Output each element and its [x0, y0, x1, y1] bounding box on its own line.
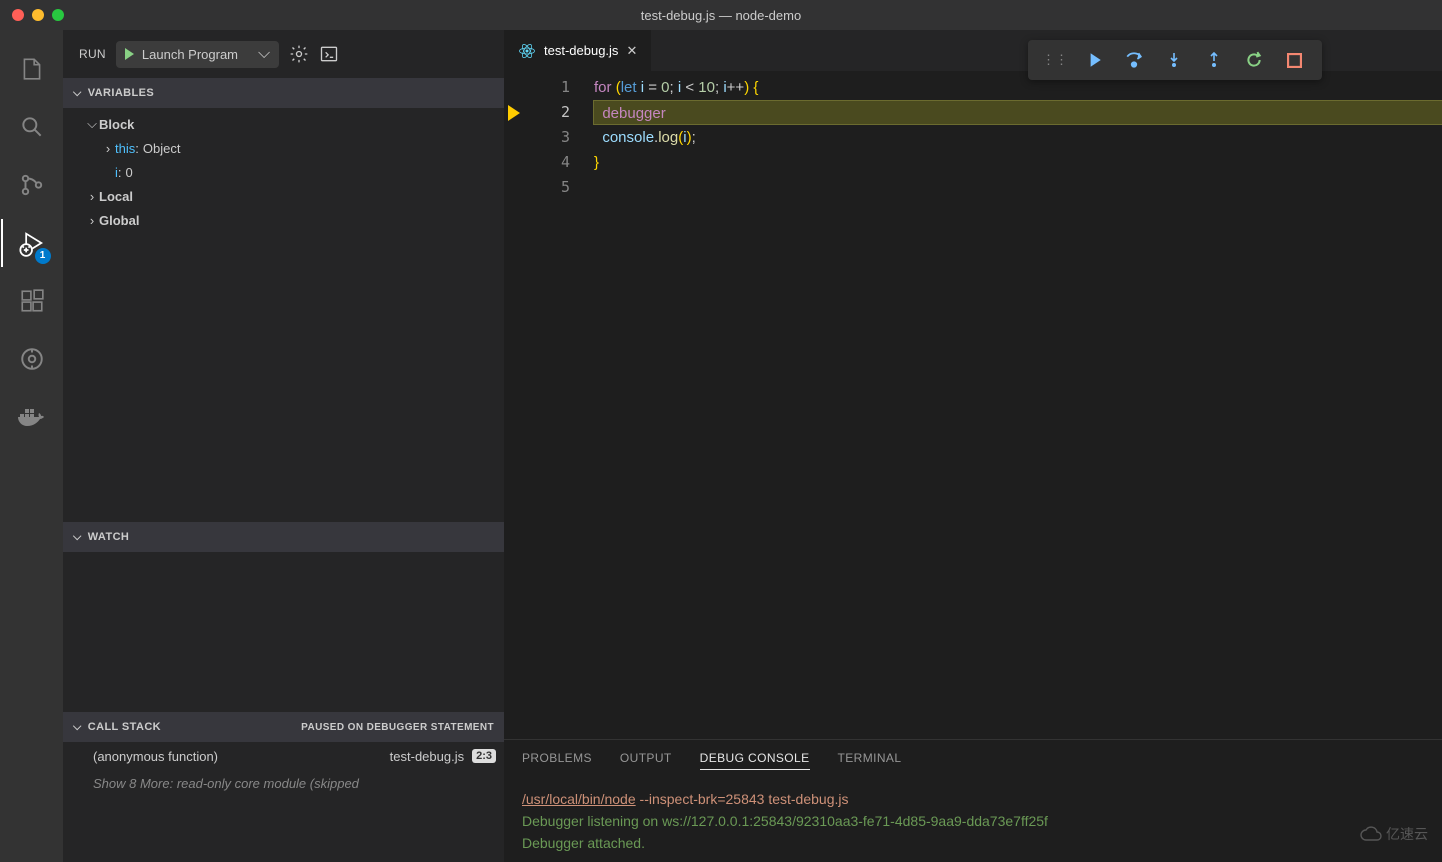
line-number[interactable]: 4 — [504, 150, 594, 175]
chevron-down-icon: ⌵ — [73, 721, 82, 734]
variable-scope[interactable]: ⌵Block — [63, 112, 504, 136]
editor-area: test-debug.js ✕ ⋮⋮ 12345 for (let i = 0;… — [504, 30, 1442, 862]
panel-tab[interactable]: TERMINAL — [838, 751, 902, 769]
react-file-icon — [518, 42, 536, 60]
panel-tabs: PROBLEMS OUTPUT DEBUG CONSOLE TERMINAL — [504, 740, 1442, 780]
chevron-right-icon: › — [85, 213, 99, 228]
stack-show-more[interactable]: Show 8 More: read-only core module (skip… — [63, 770, 504, 791]
chevron-right-icon: › — [85, 189, 99, 204]
minimize-window-icon[interactable] — [32, 9, 44, 21]
window-title: test-debug.js — node-demo — [641, 8, 801, 23]
variable-item[interactable]: i:0 — [63, 160, 504, 184]
start-debug-icon[interactable] — [125, 48, 134, 60]
chevron-down-icon: ⌵ — [258, 45, 270, 63]
variables-header[interactable]: ⌵ VARIABLES — [63, 78, 504, 108]
line-number[interactable]: 3 — [504, 125, 594, 150]
line-number[interactable]: 1 — [504, 75, 594, 100]
debug-console[interactable]: /usr/local/bin/node --inspect-brk=25843 … — [504, 780, 1442, 862]
search-icon[interactable] — [8, 103, 56, 151]
extensions-icon[interactable] — [8, 277, 56, 325]
editor-tab[interactable]: test-debug.js ✕ — [504, 30, 652, 71]
code-line[interactable]: debugger — [593, 100, 1442, 125]
chevron-down-icon: ⌵ — [73, 87, 82, 100]
docker-icon[interactable] — [8, 393, 56, 441]
code-line[interactable] — [594, 175, 1442, 200]
gear-icon[interactable] — [289, 44, 309, 64]
debug-console-toggle-icon[interactable] — [319, 44, 339, 64]
close-window-icon[interactable] — [12, 9, 24, 21]
run-sidebar: RUN Launch Program ⌵ ⌵ VARIABLES ⌵Block›… — [63, 30, 504, 862]
chevron-down-icon: ⌵ — [85, 116, 99, 132]
config-name: Launch Program — [142, 47, 238, 62]
activity-bar: 1 — [0, 30, 63, 862]
callstack-header[interactable]: ⌵ CALL STACK PAUSED ON DEBUGGER STATEMEN… — [63, 712, 504, 742]
bottom-panel: PROBLEMS OUTPUT DEBUG CONSOLE TERMINAL /usr… — [504, 739, 1442, 862]
node-path-link[interactable]: /usr/local/bin/node — [522, 791, 636, 807]
run-header: RUN Launch Program ⌵ — [63, 30, 504, 78]
explorer-icon[interactable] — [8, 45, 56, 93]
watch-header[interactable]: ⌵ WATCH — [63, 522, 504, 552]
execution-pointer-icon — [508, 105, 520, 121]
panel-tab[interactable]: PROBLEMS — [522, 751, 592, 769]
run-debug-icon[interactable]: 1 — [8, 219, 56, 267]
code-line[interactable]: console.log(i); — [594, 125, 1442, 150]
code-line[interactable]: for (let i = 0; i < 10; i++) { — [594, 75, 1442, 100]
stack-frame[interactable]: (anonymous function)test-debug.js2:3 — [63, 742, 504, 770]
panel-tab[interactable]: DEBUG CONSOLE — [700, 751, 810, 770]
line-number[interactable]: 2 — [504, 100, 594, 125]
maximize-window-icon[interactable] — [52, 9, 64, 21]
pause-reason: PAUSED ON DEBUGGER STATEMENT — [301, 722, 494, 733]
chevron-right-icon: › — [101, 141, 115, 156]
variable-scope[interactable]: ›Global — [63, 208, 504, 232]
code-line[interactable]: } — [594, 150, 1442, 175]
close-icon[interactable]: ✕ — [626, 43, 637, 59]
gitlens-icon[interactable] — [8, 335, 56, 383]
chevron-down-icon: ⌵ — [73, 531, 82, 544]
variable-scope[interactable]: ›Local — [63, 184, 504, 208]
window-controls — [12, 9, 64, 21]
watermark: 亿速云 — [1360, 824, 1428, 844]
code-editor[interactable]: 12345 for (let i = 0; i < 10; i++) { deb… — [504, 71, 1442, 739]
panel-tab[interactable]: OUTPUT — [620, 751, 672, 769]
debug-badge: 1 — [35, 248, 51, 264]
run-label: RUN — [79, 47, 106, 61]
drag-handle-icon[interactable]: ⋮⋮ — [1038, 52, 1072, 68]
source-control-icon[interactable] — [8, 161, 56, 209]
variable-item[interactable]: ›this:Object — [63, 136, 504, 160]
titlebar: test-debug.js — node-demo — [0, 0, 1442, 30]
line-number[interactable]: 5 — [504, 175, 594, 200]
launch-config-select[interactable]: Launch Program ⌵ — [116, 41, 279, 68]
